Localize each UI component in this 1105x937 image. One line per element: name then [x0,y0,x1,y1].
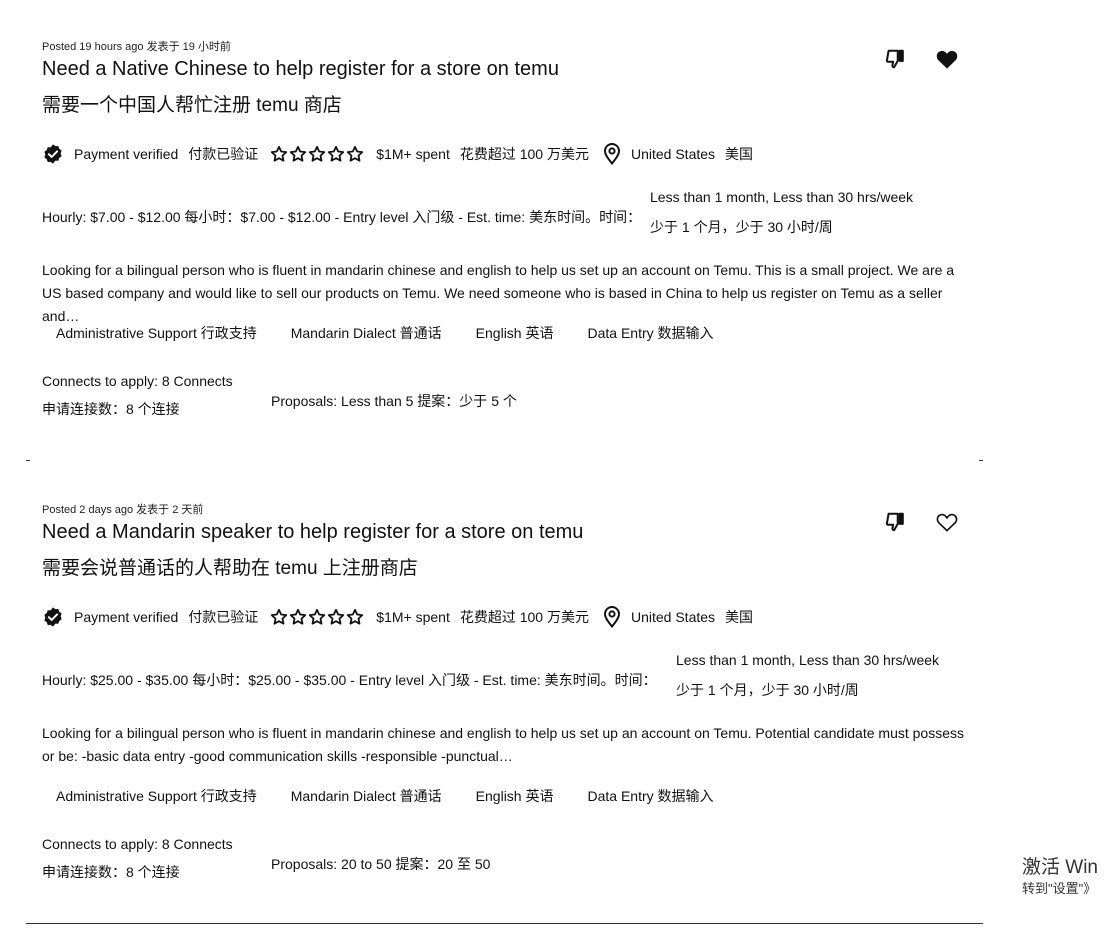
connects-to-apply-translation: 申请连接数：8 个连接 [42,864,180,880]
payment-verified-translation: 付款已验证 [188,609,259,625]
posted-time: Posted 19 hours ago 发表于 19 小时前 [42,41,231,53]
skill-tag[interactable]: English 英语 [462,323,568,343]
divider [979,460,983,461]
proposals-count: Proposals: 20 to 50 提案：20 至 50 [271,856,491,872]
job-title-translation: 需要会说普通话的人帮助在 temu 上注册商店 [42,558,418,579]
client-spent-translation: 花费超过 100 万美元 [459,146,589,162]
job-duration-translation: 少于 1 个月，少于 30 小时/周 [676,682,859,698]
star-icon [309,608,326,625]
client-location-translation: 美国 [725,146,754,162]
star-icon [309,145,326,162]
job-type-budget: Hourly: $7.00 - $12.00 每小时：$7.00 - $12.0… [42,209,642,225]
client-location-translation: 美国 [725,609,754,625]
connects-to-apply: Connects to apply: 8 Connects [42,373,233,389]
job-tile[interactable]: Posted 19 hours ago 发表于 19 小时前 Need a Na… [0,0,1000,460]
job-title-link[interactable]: Need a Mandarin speaker to help register… [42,521,583,544]
heart-icon [936,513,958,532]
job-title-translation: 需要一个中国人帮忙注册 temu 商店 [42,95,342,116]
activation-watermark-title: 激活 Win [1022,857,1099,878]
job-description[interactable]: Looking for a bilingual person who is fl… [42,259,972,328]
client-rating [270,608,364,626]
skill-tag[interactable]: Administrative Support 行政支持 [42,786,271,806]
skill-tag[interactable]: English 英语 [462,786,568,806]
payment-verified-label: Payment verified [74,146,179,162]
skills-list: Administrative Support 行政支持 Mandarin Dia… [42,323,734,343]
connects-to-apply: Connects to apply: 8 Connects [42,836,233,852]
skill-tag[interactable]: Mandarin Dialect 普通话 [277,786,456,806]
skill-tag[interactable]: Data Entry 数据输入 [573,786,727,806]
connects-info: Connects to apply: 8 Connects 申请连接数：8 个连… [42,367,233,423]
star-icon [328,608,345,625]
payment-verified-translation: 付款已验证 [188,146,259,162]
connects-to-apply-translation: 申请连接数：8 个连接 [42,401,180,417]
skill-tag[interactable]: Mandarin Dialect 普通话 [277,323,456,343]
job-description[interactable]: Looking for a bilingual person who is fl… [42,722,972,768]
skills-list: Administrative Support 行政支持 Mandarin Dia… [42,786,734,806]
dislike-button[interactable] [881,508,909,536]
client-location: United States [630,609,716,625]
save-job-button[interactable] [933,508,961,536]
star-icon [271,145,288,162]
thumbs-down-icon [885,49,904,69]
job-title-link[interactable]: Need a Native Chinese to help register f… [42,58,559,81]
star-icon [271,608,288,625]
divider [26,460,30,461]
star-icon [290,608,307,625]
thumbs-down-icon [885,512,904,532]
client-info-row: Payment verified 付款已验证 $1M+ spent 花费超过 1… [42,605,753,629]
star-icon [328,145,345,162]
job-tile[interactable]: Posted 2 days ago 发表于 2 天前 Need a Mandar… [0,463,1000,923]
client-spent: $1M+ spent [376,609,450,625]
connects-info: Connects to apply: 8 Connects 申请连接数：8 个连… [42,830,233,886]
star-icon [290,145,307,162]
verified-badge-icon [44,144,62,164]
skill-tag[interactable]: Data Entry 数据输入 [573,323,727,343]
posted-time: Posted 2 days ago 发表于 2 天前 [42,504,204,516]
verified-badge-icon [44,607,62,627]
client-location: United States [630,146,716,162]
client-info-row: Payment verified 付款已验证 $1M+ spent 花费超过 1… [42,142,753,166]
client-spent-translation: 花费超过 100 万美元 [459,609,589,625]
payment-verified-label: Payment verified [74,609,179,625]
heart-icon [936,50,958,69]
star-icon [347,608,364,625]
job-type-budget: Hourly: $25.00 - $35.00 每小时：$25.00 - $35… [42,672,657,688]
job-duration: Less than 1 month, Less than 30 hrs/week [676,652,940,668]
location-pin-icon [603,143,620,165]
client-spent: $1M+ spent [376,146,450,162]
skill-tag[interactable]: Administrative Support 行政支持 [42,323,271,343]
star-icon [347,145,364,162]
client-rating [270,145,364,163]
proposals-count: Proposals: Less than 5 提案：少于 5 个 [271,393,517,409]
divider [26,923,983,924]
job-duration: Less than 1 month, Less than 30 hrs/week [650,189,914,205]
save-job-button[interactable] [933,45,961,73]
location-pin-icon [603,606,620,628]
job-duration-translation: 少于 1 个月，少于 30 小时/周 [650,219,833,235]
activation-watermark-subtitle: 转到"设置"》 [1022,881,1097,896]
dislike-button[interactable] [881,45,909,73]
